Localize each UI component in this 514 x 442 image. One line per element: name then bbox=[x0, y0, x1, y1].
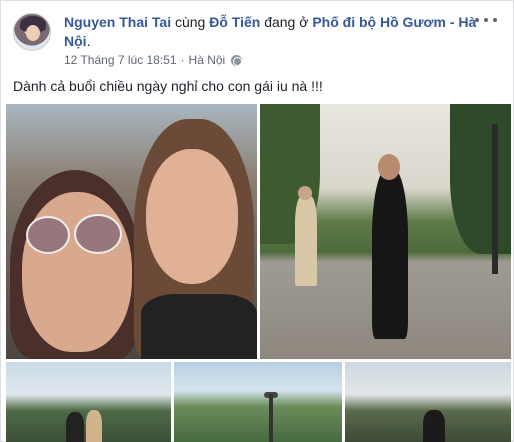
sunglasses-right-lens bbox=[74, 214, 122, 254]
post-headline: Nguyen Thai Tai cùng Đỗ Tiến đang ở Phố … bbox=[64, 13, 484, 51]
feed-post: Nguyen Thai Tai cùng Đỗ Tiến đang ở Phố … bbox=[0, 0, 514, 442]
photo-4[interactable] bbox=[174, 362, 342, 442]
photo-2[interactable] bbox=[260, 104, 511, 359]
walking-man bbox=[295, 196, 317, 286]
post-timestamp-link[interactable]: 12 Tháng 7 lúc 18:51 bbox=[64, 53, 177, 67]
street-lamp bbox=[492, 124, 498, 274]
woman-right-shirt bbox=[141, 294, 257, 359]
post-header: Nguyen Thai Tai cùng Đỗ Tiến đang ở Phố … bbox=[11, 11, 503, 67]
post-caption: Dành cả buổi chiều ngày nghỉ cho con gái… bbox=[13, 78, 323, 94]
author-name-link[interactable]: Nguyen Thai Tai bbox=[64, 14, 171, 30]
photo-1[interactable] bbox=[6, 104, 257, 359]
meta-separator: · bbox=[180, 53, 185, 67]
globe-icon[interactable] bbox=[231, 54, 243, 66]
more-dot bbox=[484, 18, 488, 22]
photo-5[interactable] bbox=[345, 362, 511, 442]
person-figure bbox=[86, 410, 102, 442]
more-dot bbox=[475, 18, 479, 22]
person-figure bbox=[66, 412, 84, 442]
author-avatar[interactable] bbox=[13, 13, 51, 51]
person-figure bbox=[423, 410, 445, 442]
street-lamp bbox=[269, 394, 273, 442]
more-icon[interactable] bbox=[475, 13, 497, 27]
avatar-face bbox=[26, 25, 40, 41]
sunglasses-left-lens bbox=[26, 216, 70, 254]
woman-left-face bbox=[22, 192, 132, 352]
more-dot bbox=[493, 18, 497, 22]
standing-woman-head bbox=[378, 154, 400, 180]
post-meta: 12 Tháng 7 lúc 18:51 · Hà Nội bbox=[64, 53, 243, 67]
standing-woman bbox=[372, 169, 408, 339]
with-text: cùng bbox=[171, 14, 210, 30]
place-suffix: . bbox=[86, 33, 91, 49]
woman-right-face bbox=[146, 149, 238, 284]
tagged-friend-link[interactable]: Đỗ Tiến bbox=[209, 14, 260, 30]
post-location-link[interactable]: Hà Nội bbox=[189, 53, 226, 67]
tree-right bbox=[450, 104, 511, 254]
walking-man-head bbox=[298, 186, 312, 200]
at-text: đang ở bbox=[260, 14, 313, 30]
photo-3[interactable] bbox=[6, 362, 171, 442]
